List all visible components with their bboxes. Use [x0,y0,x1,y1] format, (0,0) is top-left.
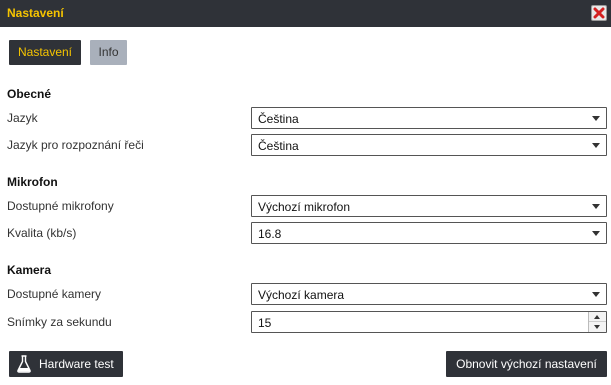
quality-label: Kvalita (kb/s) [7,226,77,240]
speech-language-select[interactable]: Čeština [251,134,607,156]
tab-info[interactable]: Info [90,40,127,65]
microphone-select[interactable]: Výchozí mikrofon [251,195,607,217]
chevron-down-icon [592,116,600,121]
section-title-microphone: Mikrofon [7,175,58,189]
section-title-camera: Kamera [7,263,52,277]
camera-value: Výchozí kamera [258,288,345,302]
fps-label: Snímky za sekundu [7,315,112,329]
window-title: Nastavení [7,6,64,20]
reset-defaults-button[interactable]: Obnovit výchozí nastavení [446,351,607,377]
stepper-up-button[interactable] [589,312,606,322]
fps-stepper[interactable]: 15 [251,311,607,333]
chevron-down-icon [592,204,600,209]
microphone-value: Výchozí mikrofon [258,200,351,214]
close-button[interactable] [591,5,607,21]
quality-select[interactable]: 16.8 [251,222,607,244]
tab-nastaveni[interactable]: Nastavení [9,40,81,65]
chevron-down-icon [594,325,600,329]
camera-devices-label: Dostupné kamery [7,287,102,301]
microphone-devices-label: Dostupné mikrofony [7,199,114,213]
hardware-test-label: Hardware test [39,357,114,371]
title-bar: Nastavení [0,0,611,27]
stepper-down-button[interactable] [589,322,606,332]
fps-value: 15 [258,316,272,330]
language-value: Čeština [258,112,299,126]
hardware-test-button[interactable]: Hardware test [9,351,123,377]
quality-value: 16.8 [258,227,282,241]
language-select[interactable]: Čeština [251,107,607,129]
chevron-down-icon [592,143,600,148]
language-label: Jazyk [7,111,38,125]
chevron-down-icon [592,292,600,297]
fps-stepper-buttons [588,312,606,332]
section-title-general: Obecné [7,87,52,101]
close-icon [593,7,605,19]
flask-icon [17,355,31,373]
camera-select[interactable]: Výchozí kamera [251,283,607,305]
speech-language-value: Čeština [258,139,299,153]
chevron-up-icon [594,315,600,319]
chevron-down-icon [592,231,600,236]
speech-language-label: Jazyk pro rozpoznání řeči [7,138,144,152]
